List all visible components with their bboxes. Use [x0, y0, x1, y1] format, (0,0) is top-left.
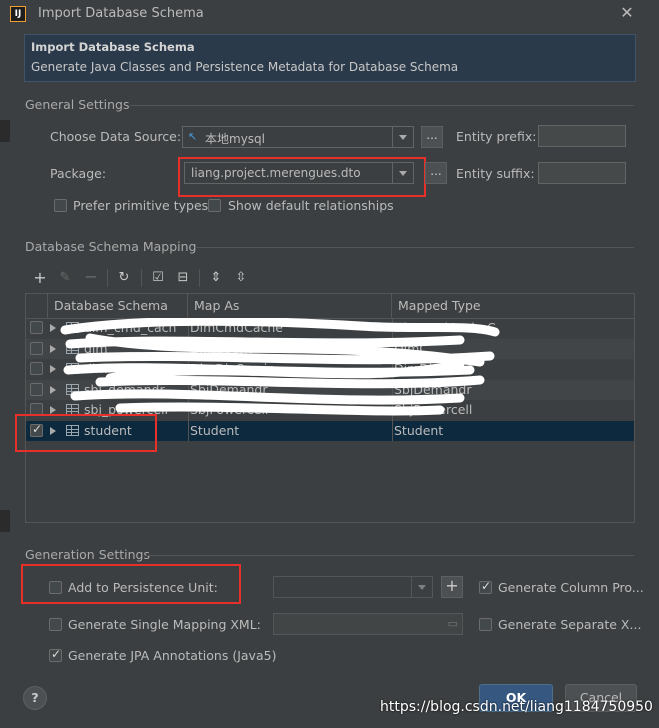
persistence-unit-combo[interactable]	[273, 576, 433, 598]
header-title: Import Database Schema	[31, 40, 195, 54]
entity-prefix-label: Entity prefix:	[456, 129, 537, 144]
chevron-down-icon[interactable]	[392, 127, 413, 147]
prefer-primitive-label: Prefer primitive types	[73, 198, 209, 213]
generate-single-xml-checkbox[interactable]	[49, 618, 62, 631]
redaction-scribble	[60, 318, 500, 416]
show-default-relationships-label: Show default relationships	[228, 198, 394, 213]
title-bar: IJ Import Database Schema ✕	[0, 0, 659, 28]
generate-jpa-annotations-label: Generate JPA Annotations (Java5)	[68, 648, 277, 663]
mapping-toolbar: + ✎ − ↻ ☑ ⊟ ⇕ ⇳	[25, 265, 633, 291]
add-icon[interactable]: +	[32, 270, 48, 286]
table-header: Database Schema Map As Mapped Type	[26, 294, 634, 319]
toolbar-divider	[107, 269, 108, 287]
row-mapped-type[interactable]: Student	[394, 421, 630, 441]
toolbar-divider	[141, 269, 142, 287]
expand-arrow-icon[interactable]	[50, 365, 56, 373]
section-divider	[146, 555, 634, 556]
entity-prefix-field[interactable]	[538, 125, 626, 147]
expand-arrow-icon[interactable]	[50, 324, 56, 332]
datasource-value: 本地mysql	[205, 132, 265, 146]
column-header-map-as[interactable]: Map As	[188, 294, 392, 318]
row-checkbox[interactable]	[30, 362, 43, 375]
add-persistence-unit-button[interactable]: +	[441, 576, 463, 598]
package-label: Package:	[50, 166, 107, 181]
expand-arrow-icon[interactable]	[50, 406, 56, 414]
row-checkbox[interactable]	[30, 321, 43, 334]
uncheck-all-icon[interactable]: ⊟	[175, 270, 191, 286]
close-icon[interactable]: ✕	[618, 3, 636, 23]
toolbar-divider	[199, 269, 200, 287]
watermark-text: https://blog.csdn.net/liang1184750950	[380, 699, 653, 715]
column-header-schema[interactable]: Database Schema	[48, 294, 188, 318]
column-header-mapped-type[interactable]: Mapped Type	[392, 294, 634, 318]
header-subtitle: Generate Java Classes and Persistence Me…	[31, 60, 459, 74]
section-divider	[130, 105, 634, 106]
row-checkbox[interactable]	[30, 341, 43, 355]
datasource-icon: ↖	[188, 130, 198, 143]
generate-column-properties-checkbox[interactable]	[479, 579, 492, 594]
row-map-as[interactable]: Student	[190, 421, 388, 441]
generate-jpa-annotations-checkbox[interactable]	[49, 647, 62, 662]
generate-single-xml-label: Generate Single Mapping XML:	[68, 617, 261, 632]
window-title: Import Database Schema	[38, 6, 204, 21]
entity-suffix-field[interactable]	[538, 162, 626, 184]
generate-separate-xml-checkbox[interactable]	[479, 618, 492, 631]
prefer-primitive-checkbox[interactable]	[54, 199, 67, 212]
mapping-section-title: Database Schema Mapping	[25, 239, 197, 254]
show-default-relationships-checkbox[interactable]	[208, 199, 221, 212]
refresh-icon[interactable]: ↻	[116, 270, 132, 286]
package-browse-button[interactable]: ...	[425, 162, 447, 184]
table-header-check	[26, 294, 48, 318]
highlight-box-student	[15, 414, 157, 452]
highlight-box-persistence	[21, 564, 241, 604]
remove-icon[interactable]: −	[83, 269, 99, 285]
highlight-box-package	[178, 157, 426, 197]
generation-section-title: Generation Settings	[25, 547, 150, 562]
datasource-browse-button[interactable]: ...	[421, 126, 443, 148]
expand-arrow-icon[interactable]	[50, 344, 56, 353]
chevron-down-icon[interactable]	[411, 577, 432, 597]
background-strip	[0, 120, 10, 142]
mapping-xml-path-field[interactable]: ▭	[273, 613, 463, 635]
row-checkbox[interactable]	[30, 382, 43, 396]
collapse-all-icon[interactable]: ⇳	[233, 270, 249, 286]
generate-column-properties-label: Generate Column Pro...	[498, 580, 644, 595]
datasource-label: Choose Data Source:	[50, 129, 182, 144]
generate-separate-xml-label: Generate Separate X...	[498, 617, 642, 632]
entity-suffix-label: Entity suffix:	[456, 166, 535, 181]
datasource-combo[interactable]: ↖ 本地mysql	[182, 126, 414, 148]
edit-icon[interactable]: ✎	[57, 270, 73, 286]
intellij-icon: IJ	[10, 6, 26, 22]
folder-icon[interactable]: ▭	[448, 617, 458, 630]
general-settings-title: General Settings	[25, 97, 130, 112]
expand-all-icon[interactable]: ⇕	[208, 270, 224, 286]
background-strip	[0, 510, 10, 532]
section-divider	[195, 247, 634, 248]
dialog-header: Import Database Schema Generate Java Cla…	[24, 34, 636, 82]
expand-arrow-icon[interactable]	[50, 385, 56, 394]
check-all-icon[interactable]: ☑	[150, 270, 166, 286]
help-button[interactable]: ?	[23, 686, 47, 710]
